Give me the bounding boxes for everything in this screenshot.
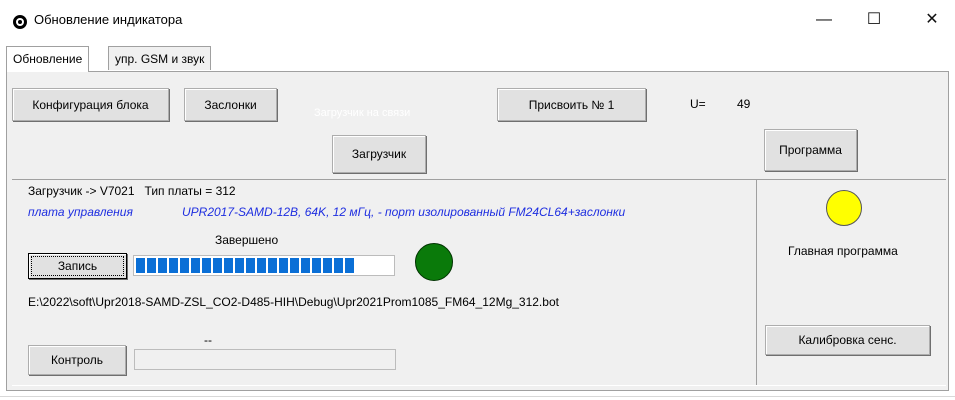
progress-segment <box>246 258 255 273</box>
loader-group-border <box>12 179 756 180</box>
dampers-button[interactable]: Заслонки <box>184 88 277 121</box>
write-button[interactable]: Запись <box>28 253 127 279</box>
progress-segment <box>257 258 266 273</box>
window-bottom-edge <box>0 396 955 397</box>
write-progress-bar <box>133 255 395 276</box>
progress-segment <box>180 258 189 273</box>
loader-connected-ghost-text: Загрузчик на связи <box>314 107 411 119</box>
group-divider <box>756 179 757 385</box>
tab-gsm-sound[interactable]: упр. GSM и звук <box>108 46 212 70</box>
progress-segment <box>279 258 288 273</box>
board-name-text: плата управления <box>28 205 133 219</box>
progress-segment <box>191 258 200 273</box>
program-button[interactable]: Программа <box>764 129 857 171</box>
status-indicator-yellow <box>826 190 862 226</box>
progress-segment <box>334 258 343 273</box>
board-description-text: UPR2017-SAMD-12B, 64K, 12 мГц, - порт из… <box>182 205 626 219</box>
window-title: Обновление индикатора <box>34 12 183 27</box>
control-progress-bar <box>134 349 396 370</box>
progress-segment <box>290 258 299 273</box>
calibrate-sensor-button[interactable]: Калибровка сенс. <box>765 325 930 355</box>
program-group-border <box>756 179 946 180</box>
main-program-label: Главная программа <box>788 244 898 258</box>
progress-segment <box>235 258 244 273</box>
minimize-button[interactable]: — <box>801 4 847 36</box>
status-text: Завершено <box>215 233 279 247</box>
voltage-value: 49 <box>737 97 751 111</box>
progress-segment <box>147 258 156 273</box>
group-bottom-border <box>12 385 946 386</box>
loader-button[interactable]: Загрузчик <box>332 135 426 173</box>
config-block-button[interactable]: Конфигурация блока <box>12 88 169 121</box>
app-icon <box>13 15 27 29</box>
progress-segment <box>323 258 332 273</box>
title-bar: Обновление индикатора — ☐ ✕ <box>0 0 955 40</box>
progress-segment <box>169 258 178 273</box>
status-indicator-green <box>415 243 453 281</box>
maximize-button[interactable]: ☐ <box>851 4 897 36</box>
file-path-text: E:\2022\soft\Upr2018-SAMD-ZSL_CO2-D485-H… <box>28 295 559 309</box>
progress-segment <box>158 258 167 273</box>
control-button[interactable]: Контроль <box>28 345 126 375</box>
close-button[interactable]: ✕ <box>909 4 955 36</box>
tab-strip: Обновление упр. GSM и звук <box>0 46 955 72</box>
progress-segment <box>312 258 321 273</box>
assign-number-button[interactable]: Присвоить № 1 <box>497 88 646 121</box>
progress-segment <box>268 258 277 273</box>
tab-update[interactable]: Обновление <box>6 46 90 72</box>
progress-segment <box>202 258 211 273</box>
loader-info-line: Загрузчик -> V7021 Тип платы = 312 <box>28 184 236 198</box>
voltage-label: U= <box>690 97 706 111</box>
progress-segment <box>301 258 310 273</box>
progress-segment <box>136 258 145 273</box>
progress-segment <box>224 258 233 273</box>
control-status-text: -- <box>204 333 212 347</box>
progress-segment <box>213 258 222 273</box>
progress-segment <box>345 258 354 273</box>
